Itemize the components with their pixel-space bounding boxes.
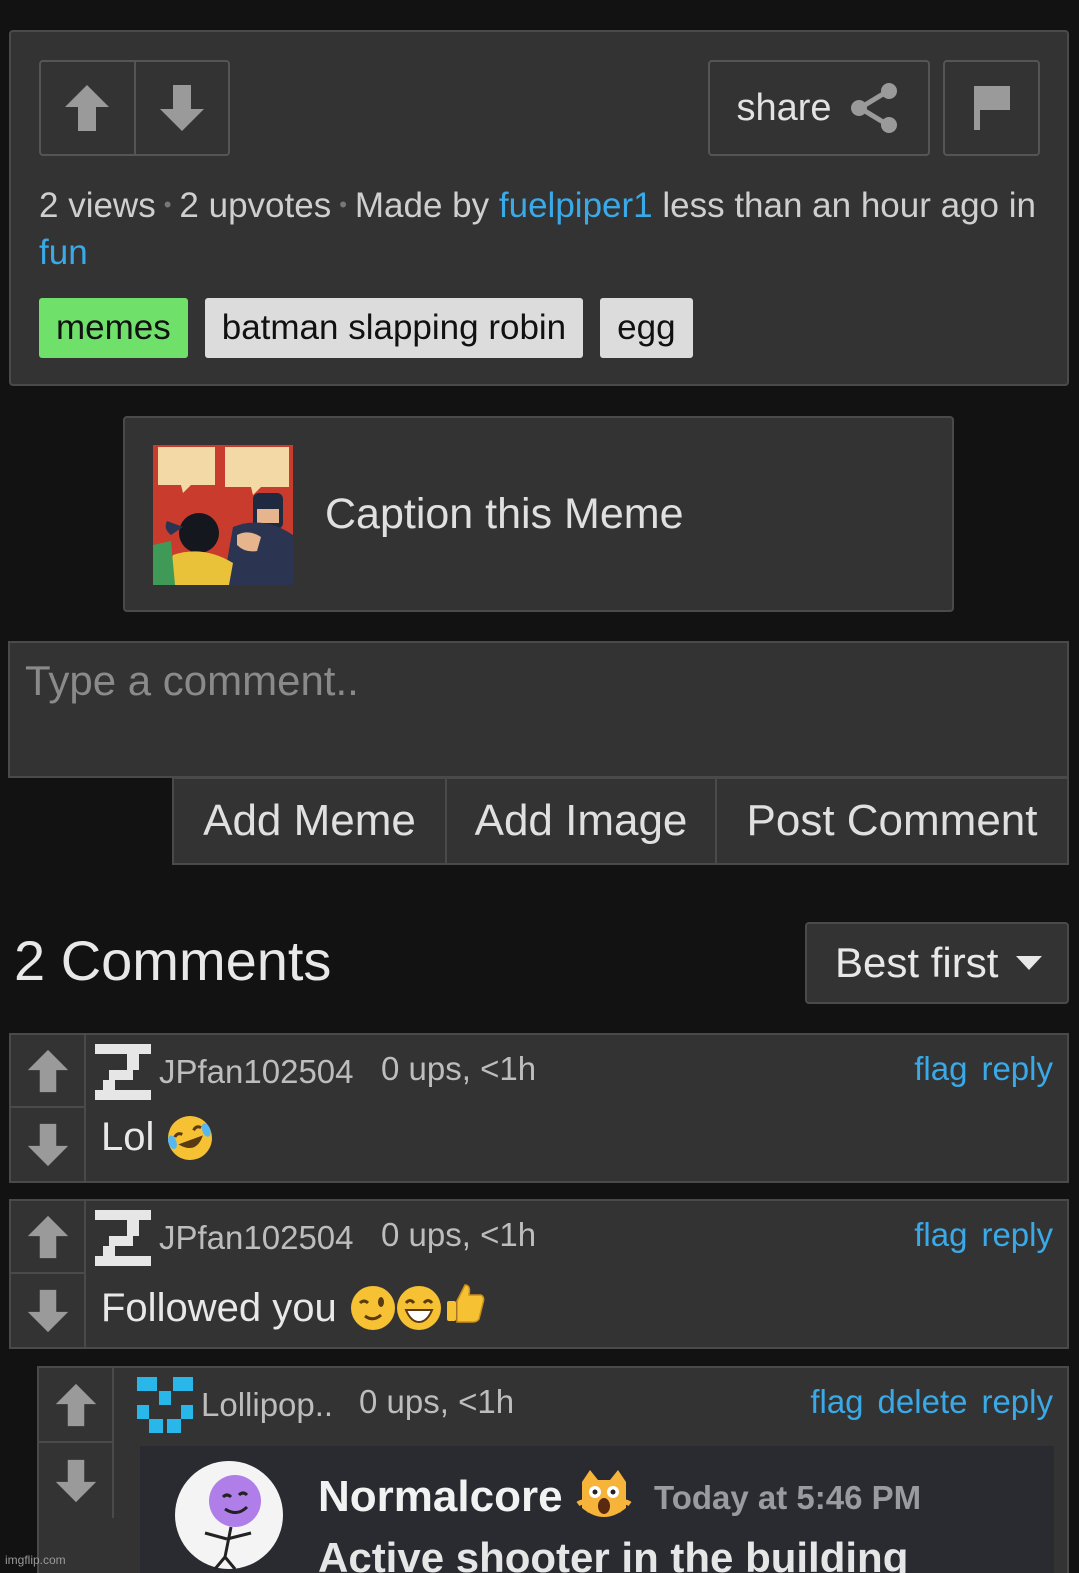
imgflip-watermark: imgflip.com xyxy=(5,1553,66,1567)
post-vote-group xyxy=(39,60,230,156)
caption-label: Caption this Meme xyxy=(325,490,684,538)
grin-emoji-icon xyxy=(396,1286,441,1330)
share-icon xyxy=(850,83,897,133)
tag-list: memes batman slapping robin egg xyxy=(39,298,693,358)
comment-downvote-button[interactable] xyxy=(11,1108,84,1181)
comment-vote-column xyxy=(39,1368,114,1518)
sort-value: Best first xyxy=(835,939,999,986)
chat-profile-picture xyxy=(175,1461,283,1570)
in-label: in xyxy=(1008,186,1036,225)
comment-text-row: Lol xyxy=(101,1109,219,1166)
comment-text: Followed you xyxy=(101,1285,337,1330)
tag-egg[interactable]: egg xyxy=(600,298,693,358)
arrow-up-icon xyxy=(65,85,110,131)
tag-batman-slapping-robin[interactable]: batman slapping robin xyxy=(204,298,584,358)
comment-vote-column xyxy=(11,1035,86,1181)
comment-downvote-button[interactable] xyxy=(11,1274,84,1347)
made-by-label: Made by xyxy=(354,186,490,225)
comment-upvote-button[interactable] xyxy=(11,1201,84,1274)
comment-item: JPfan102504 0 ups, <1h flag reply Lol xyxy=(9,1033,1069,1183)
embedded-chat-image: Normalcore Today at 5:46 PM Active shoot… xyxy=(140,1446,1054,1573)
tag-memes[interactable]: memes xyxy=(39,298,188,358)
post-comment-button[interactable]: Post Comment xyxy=(715,779,1067,863)
comment-meta: 0 ups, <1h xyxy=(359,1383,515,1420)
comment-actions: flag delete reply xyxy=(810,1383,1053,1421)
downvote-button[interactable] xyxy=(133,62,229,154)
add-meme-button[interactable]: Add Meme xyxy=(174,779,445,863)
post-time: less than an hour ago xyxy=(662,186,999,225)
chat-timestamp: Today at 5:46 PM xyxy=(654,1479,922,1516)
comment-actions: flag reply xyxy=(914,1050,1053,1088)
post-info-panel: share 2 views • 2 upvotes • Made by fuelpipe… xyxy=(9,30,1069,386)
comment-upvote-button[interactable] xyxy=(11,1035,84,1108)
wink-emoji-icon xyxy=(350,1286,395,1330)
comment-username[interactable]: JPfan102504 xyxy=(159,1219,354,1257)
comment-username[interactable]: JPfan102504 xyxy=(159,1053,354,1091)
caret-down-icon xyxy=(1016,956,1043,970)
comment-actions: flag reply xyxy=(914,1216,1053,1254)
comment-meta: 0 ups, <1h xyxy=(381,1050,537,1087)
arrow-down-icon xyxy=(27,1123,68,1166)
reply-link[interactable]: reply xyxy=(981,1216,1053,1254)
upvote-button[interactable] xyxy=(41,62,134,154)
stream-link[interactable]: fun xyxy=(39,233,88,272)
share-button[interactable]: share xyxy=(708,60,930,156)
caption-this-meme-button[interactable]: Caption this Meme xyxy=(123,416,954,612)
reply-link[interactable]: reply xyxy=(981,1050,1053,1088)
comment-upvote-button[interactable] xyxy=(39,1368,112,1443)
flag-link[interactable]: flag xyxy=(810,1383,863,1421)
comment-username[interactable]: Lollipop.. xyxy=(201,1386,333,1424)
comment-downvote-button[interactable] xyxy=(39,1443,112,1518)
arrow-down-icon xyxy=(55,1459,96,1502)
chat-message: Active shooter in the building xyxy=(318,1534,909,1573)
arrow-up-icon xyxy=(55,1383,96,1426)
view-count: 2 views xyxy=(39,186,156,225)
arrow-down-icon xyxy=(27,1289,68,1332)
delete-link[interactable]: delete xyxy=(878,1383,968,1421)
comment-placeholder: Type a comment.. xyxy=(25,657,359,704)
share-label: share xyxy=(736,86,832,129)
comment-text: Lol xyxy=(101,1115,155,1159)
flag-button[interactable] xyxy=(943,60,1040,156)
upvote-count: 2 upvotes xyxy=(179,186,332,225)
arrow-up-icon xyxy=(27,1049,68,1092)
user-avatar[interactable] xyxy=(95,1044,151,1100)
separator-dot: • xyxy=(163,192,172,217)
user-avatar[interactable] xyxy=(137,1377,193,1433)
separator-dot: • xyxy=(339,192,347,217)
comment-meta: 0 ups, <1h xyxy=(381,1216,537,1253)
comment-item: JPfan102504 0 ups, <1h flag reply Follow… xyxy=(9,1199,1069,1349)
author-link[interactable]: fuelpiper1 xyxy=(499,186,653,225)
comment-textarea[interactable]: Type a comment.. xyxy=(8,641,1069,778)
flag-link[interactable]: flag xyxy=(914,1050,967,1088)
flag-icon xyxy=(973,86,1010,130)
meme-thumbnail xyxy=(153,445,293,585)
add-image-button[interactable]: Add Image xyxy=(445,779,715,863)
sort-select[interactable]: Best first xyxy=(805,922,1069,1004)
flag-link[interactable]: flag xyxy=(914,1216,967,1254)
batman-slapping-robin-image xyxy=(153,445,293,585)
arrow-down-icon xyxy=(159,85,204,131)
rofl-emoji-icon xyxy=(162,1109,219,1166)
post-meta: 2 views • 2 upvotes • Made by fuelpiper1 les… xyxy=(39,184,1049,274)
scream-cat-emoji-icon xyxy=(576,1468,632,1529)
comment-vote-column xyxy=(11,1201,86,1347)
comment-text-row: Followed you xyxy=(101,1281,487,1335)
chat-display-name: Normalcore xyxy=(318,1472,563,1521)
thumbs-up-icon xyxy=(443,1281,487,1335)
comments-count-heading: 2 Comments xyxy=(14,929,332,992)
reply-link[interactable]: reply xyxy=(981,1383,1053,1421)
arrow-up-icon xyxy=(27,1215,68,1258)
comment-action-bar: Add Meme Add Image Post Comment xyxy=(172,777,1069,865)
user-avatar[interactable] xyxy=(95,1210,151,1266)
